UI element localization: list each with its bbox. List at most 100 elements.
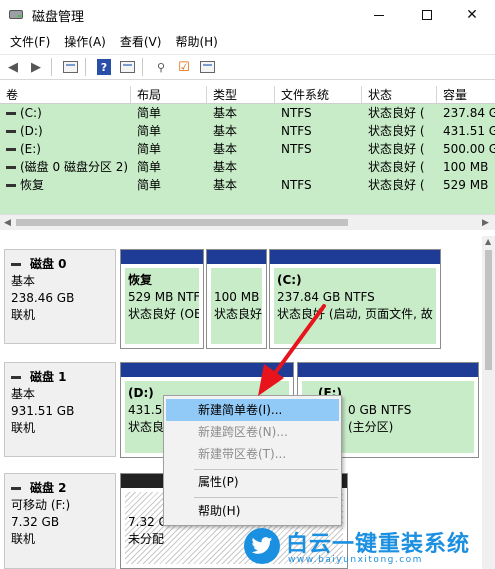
disk-size: 7.32 GB	[11, 515, 60, 529]
toolbar-separator	[85, 58, 86, 76]
volume-type: 基本	[213, 160, 238, 174]
disk-1-label[interactable]: 磁盘 1 基本 931.51 GB 联机	[4, 362, 116, 457]
volume-icon	[6, 112, 16, 115]
volume-name: (C:)	[20, 106, 42, 120]
list-button[interactable]	[197, 57, 217, 77]
title-bar: 磁盘管理 ✕	[0, 0, 495, 30]
column-status[interactable]: 状态	[362, 86, 437, 103]
horizontal-scrollbar[interactable]: ◀ ▶	[0, 214, 495, 230]
help-icon: ?	[97, 59, 111, 75]
scrollbar-thumb[interactable]	[485, 250, 492, 370]
volume-name: 恢复	[20, 178, 45, 192]
disk-2-label[interactable]: 磁盘 2 可移动 (F:) 7.32 GB 联机	[4, 473, 116, 569]
watermark-text: 白云一键重装系统	[286, 532, 471, 557]
disk-management-icon	[8, 7, 24, 23]
back-arrow-icon: ◀	[8, 59, 18, 75]
maximize-button[interactable]	[404, 0, 450, 30]
toolbar-separator	[142, 58, 143, 76]
disk-0-label[interactable]: 磁盘 0 基本 238.46 GB 联机	[4, 249, 116, 344]
volume-list: (C:) 简单 基本 NTFS 状态良好 ( 237.84 G (D:) 简单 …	[0, 104, 495, 214]
menu-help[interactable]: 帮助(H)	[168, 30, 224, 54]
scrollbar-thumb[interactable]	[16, 219, 348, 226]
maximize-icon	[422, 10, 432, 20]
disk-size: 931.51 GB	[11, 404, 75, 418]
volume-name: (D:)	[20, 124, 43, 138]
volume-type: 基本	[213, 178, 238, 192]
volume-capacity: 237.84 G	[443, 106, 495, 120]
volume-status: 状态良好 (	[368, 178, 425, 192]
menu-help-item[interactable]: 帮助(H)	[166, 500, 339, 522]
disk-name: 磁盘 2	[30, 481, 67, 495]
minimize-button[interactable]	[356, 0, 402, 30]
volume-layout: 简单	[137, 124, 162, 138]
volume-fs: NTFS	[281, 124, 312, 138]
volume-icon	[6, 184, 16, 187]
partition-status: 状态良好 (OE	[128, 307, 199, 321]
volume-icon	[6, 148, 16, 151]
disk-icon	[11, 487, 21, 490]
context-menu: 新建简单卷(I)... 新建跨区卷(N)... 新建带区卷(T)... 属性(P…	[163, 395, 342, 526]
volume-fs: NTFS	[281, 178, 312, 192]
menu-action[interactable]: 操作(A)	[57, 30, 113, 54]
disk-icon	[11, 263, 21, 266]
vertical-scrollbar[interactable]: ▲	[482, 236, 495, 569]
check-button[interactable]: ☑	[174, 57, 194, 77]
column-type[interactable]: 类型	[207, 86, 275, 103]
scroll-up-icon[interactable]: ▲	[485, 237, 491, 246]
volume-layout: 简单	[137, 160, 162, 174]
table-row[interactable]: 恢复 简单 基本 NTFS 状态良好 ( 529 MB	[0, 176, 495, 194]
table-row[interactable]: (磁盘 0 磁盘分区 2) 简单 基本 状态良好 ( 100 MB	[0, 158, 495, 176]
volume-status: 状态良好 (	[368, 106, 425, 120]
menu-new-striped-volume[interactable]: 新建带区卷(T)...	[166, 443, 339, 465]
column-layout[interactable]: 布局	[131, 86, 207, 103]
partition-size: 0 GB NTFS	[348, 403, 412, 417]
column-filesystem[interactable]: 文件系统	[275, 86, 362, 103]
disk-state: 联机	[11, 421, 36, 435]
column-volume[interactable]: 卷	[0, 86, 131, 103]
disk-name: 磁盘 0	[30, 257, 67, 271]
list-icon	[199, 61, 215, 73]
menu-view[interactable]: 查看(V)	[113, 30, 169, 54]
properties-button[interactable]	[117, 57, 137, 77]
scroll-right-icon[interactable]: ▶	[482, 218, 489, 228]
toolbar-separator	[51, 58, 52, 76]
twitter-bird-icon	[244, 528, 280, 564]
volume-capacity: 100 MB	[443, 160, 489, 174]
menu-new-spanned-volume[interactable]: 新建跨区卷(N)...	[166, 421, 339, 443]
red-arrow-icon	[258, 304, 326, 396]
menu-file[interactable]: 文件(F)	[0, 30, 57, 54]
column-capacity[interactable]: 容量	[437, 86, 495, 103]
close-button[interactable]: ✕	[449, 0, 495, 30]
volume-icon	[6, 166, 16, 169]
forward-arrow-icon: ▶	[31, 59, 41, 75]
volume-type: 基本	[213, 124, 238, 138]
volume-capacity: 431.51 G	[443, 124, 495, 138]
menu-new-simple-volume[interactable]: 新建简单卷(I)...	[166, 399, 339, 421]
volume-status: 状态良好 (	[368, 142, 425, 156]
volume-status: 状态良好 (	[368, 124, 425, 138]
disk-name: 磁盘 1	[30, 370, 67, 384]
checkmark-icon: ☑	[178, 59, 190, 75]
connect-icon: ⚲	[156, 60, 166, 74]
partition-recovery[interactable]: 恢复 529 MB NTF 状态良好 (OE	[120, 249, 204, 349]
connect-button[interactable]: ⚲	[151, 57, 171, 77]
volume-fs: NTFS	[281, 142, 312, 156]
table-row[interactable]: (E:) 简单 基本 NTFS 状态良好 ( 500.00 G	[0, 140, 495, 158]
volume-layout: 简单	[137, 106, 162, 120]
volume-layout: 简单	[137, 142, 162, 156]
forward-button[interactable]: ▶	[26, 57, 46, 77]
help-button[interactable]: ?	[94, 57, 114, 77]
scroll-left-icon[interactable]: ◀	[4, 218, 11, 228]
back-button[interactable]: ◀	[3, 57, 23, 77]
menu-bar: 文件(F) 操作(A) 查看(V) 帮助(H)	[0, 30, 495, 54]
console-tree-icon	[62, 61, 78, 73]
disk-type: 基本	[11, 387, 36, 401]
volume-list-header: 卷 布局 类型 文件系统 状态 容量	[0, 86, 495, 104]
volume-fs: NTFS	[281, 106, 312, 120]
table-row[interactable]: (C:) 简单 基本 NTFS 状态良好 ( 237.84 G	[0, 104, 495, 122]
table-row[interactable]: (D:) 简单 基本 NTFS 状态良好 ( 431.51 G	[0, 122, 495, 140]
show-hide-tree-button[interactable]	[60, 57, 80, 77]
menu-properties[interactable]: 属性(P)	[166, 471, 339, 493]
menu-separator	[194, 469, 338, 470]
partition-title: 恢复	[128, 273, 153, 287]
